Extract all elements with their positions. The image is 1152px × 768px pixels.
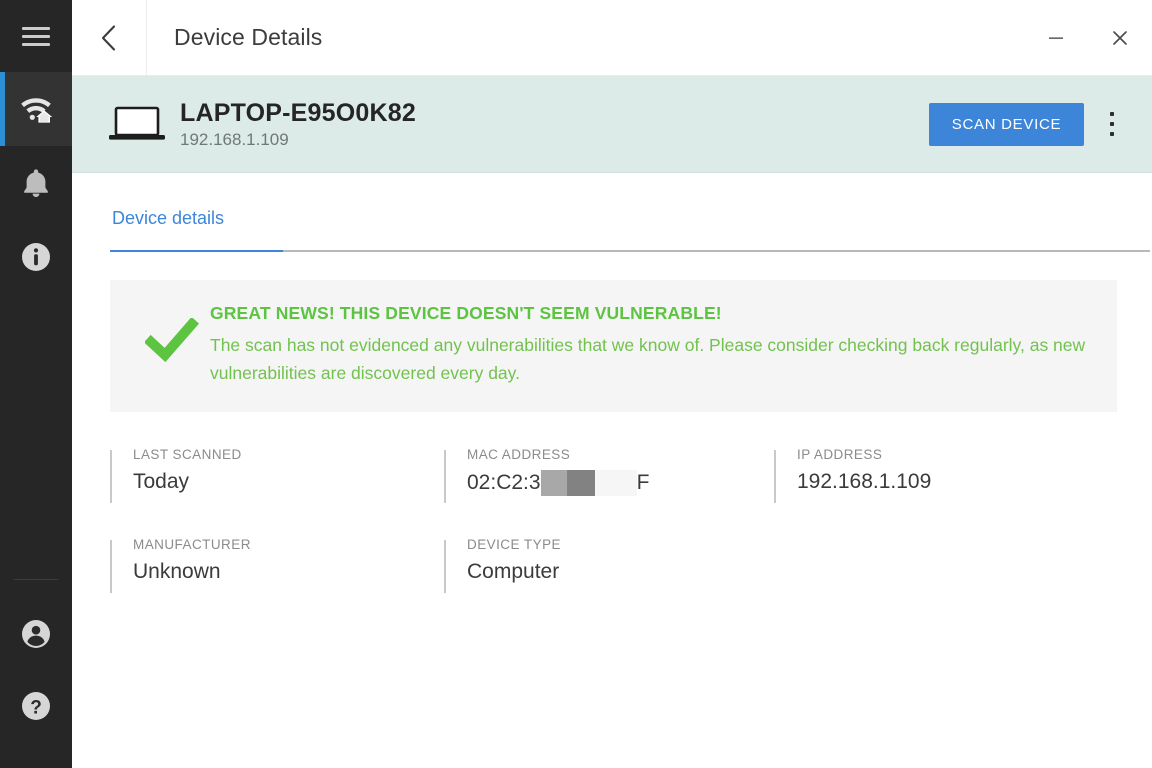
- field-device-type: DEVICE TYPE Computer: [444, 536, 774, 596]
- hamburger-bars: [22, 26, 50, 46]
- field-label: MANUFACTURER: [133, 536, 251, 552]
- sidebar-divider: [14, 579, 58, 580]
- device-header-bar: LAPTOP-E95O0K82 192.168.1.109 SCAN DEVIC…: [72, 76, 1152, 173]
- content-area: Device details GREAT NEWS! THIS DEVICE D…: [72, 173, 1152, 768]
- device-ip: 192.168.1.109: [180, 129, 289, 149]
- tab-active-indicator: [110, 250, 283, 252]
- status-banner: GREAT NEWS! THIS DEVICE DOESN'T SEEM VUL…: [110, 280, 1117, 412]
- tab-device-details[interactable]: Device details: [110, 200, 226, 247]
- sidebar-item-notifications[interactable]: [0, 146, 72, 220]
- back-button[interactable]: [72, 0, 147, 75]
- laptop-icon: [100, 103, 174, 145]
- main-panel: Device Details LAPTOP-E95O0K82 192.168.1…: [72, 0, 1152, 768]
- field-manufacturer: MANUFACTURER Unknown: [110, 536, 444, 596]
- svg-text:?: ?: [30, 698, 42, 719]
- bell-icon: [21, 167, 51, 199]
- close-button[interactable]: [1088, 0, 1152, 75]
- field-label: DEVICE TYPE: [467, 536, 561, 552]
- device-identity: LAPTOP-E95O0K82 192.168.1.109: [180, 99, 416, 150]
- sidebar-item-info[interactable]: [0, 220, 72, 294]
- info-circle-icon: [20, 241, 52, 273]
- mac-redaction-block: [540, 469, 567, 496]
- device-actions: SCAN DEVICE: [929, 97, 1152, 151]
- kebab-menu-icon[interactable]: [1090, 97, 1134, 151]
- wifi-home-icon: [19, 94, 53, 124]
- mac-prefix: 02:C2:3: [467, 470, 541, 494]
- green-checkmark-icon: [134, 302, 210, 364]
- mac-suffix: F: [636, 470, 650, 494]
- status-banner-text: The scan has not evidenced any vulnerabi…: [210, 334, 1086, 384]
- mac-redaction-block: [566, 469, 595, 496]
- window-controls: [1024, 0, 1152, 75]
- field-last-scanned: LAST SCANNED Today: [110, 446, 444, 506]
- hamburger-menu-icon[interactable]: [0, 0, 72, 72]
- field-label: LAST SCANNED: [133, 446, 242, 462]
- sidebar-item-help[interactable]: ?: [0, 670, 72, 742]
- status-banner-body: GREAT NEWS! THIS DEVICE DOESN'T SEEM VUL…: [210, 302, 1088, 388]
- field-value: Unknown: [133, 559, 221, 583]
- detail-row-1: LAST SCANNED Today MAC ADDRESS 02:C2:3 F: [110, 446, 1120, 506]
- minimize-icon: [1047, 29, 1065, 47]
- sidebar: ?: [0, 0, 72, 768]
- status-banner-title: GREAT NEWS! THIS DEVICE DOESN'T SEEM VUL…: [210, 303, 722, 323]
- user-account-icon: [20, 618, 52, 650]
- app-window: ? Device Details LAPTOP-E95O0K82 192.168…: [0, 0, 1152, 768]
- field-value: Today: [133, 469, 190, 493]
- page-title: Device Details: [174, 24, 323, 50]
- title-bar: Device Details: [72, 0, 1152, 76]
- device-detail-fields: LAST SCANNED Today MAC ADDRESS 02:C2:3 F: [110, 446, 1120, 596]
- detail-row-2: MANUFACTURER Unknown DEVICE TYPE Compute…: [110, 536, 1120, 596]
- field-mac-address: MAC ADDRESS 02:C2:3 F: [444, 446, 774, 506]
- field-label: MAC ADDRESS: [467, 446, 571, 462]
- field-value: Computer: [467, 559, 560, 583]
- field-ip-address: IP ADDRESS 192.168.1.109: [774, 446, 1104, 506]
- chevron-left-icon: [98, 23, 120, 53]
- sidebar-item-network[interactable]: [0, 72, 72, 146]
- field-value: 02:C2:3 F: [467, 469, 774, 496]
- field-value: 192.168.1.109: [797, 469, 932, 493]
- mac-redaction-block: [594, 469, 637, 496]
- scan-device-button[interactable]: SCAN DEVICE: [929, 102, 1084, 146]
- tab-bar: Device details: [110, 200, 1152, 252]
- sidebar-item-account[interactable]: [0, 598, 72, 670]
- tab-underline: [110, 250, 1150, 252]
- field-label: IP ADDRESS: [797, 446, 883, 462]
- help-question-icon: ?: [20, 690, 52, 722]
- sidebar-bottom-group: ?: [0, 579, 72, 768]
- close-icon: [1110, 28, 1130, 48]
- minimize-button[interactable]: [1024, 0, 1088, 75]
- device-name: LAPTOP-E95O0K82: [180, 98, 416, 127]
